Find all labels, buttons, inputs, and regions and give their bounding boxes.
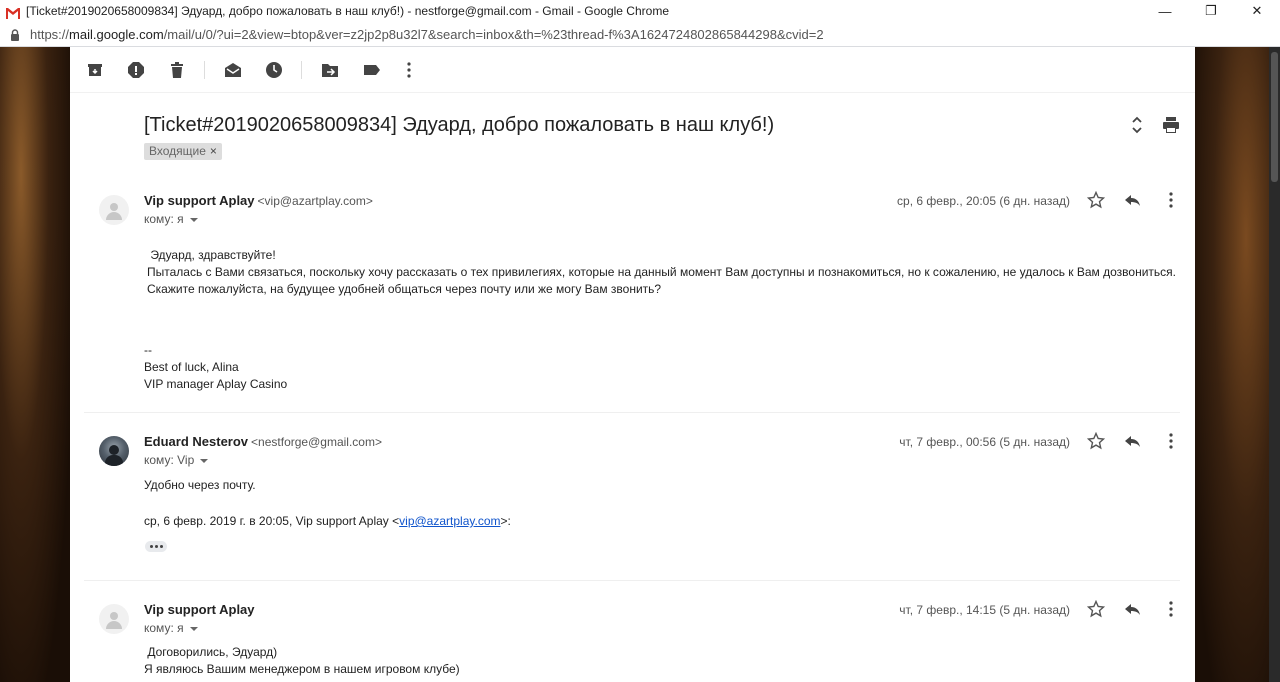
message-divider	[84, 412, 1180, 413]
remove-label-icon[interactable]: ×	[210, 144, 217, 158]
expand-all-icon[interactable]	[1127, 115, 1147, 135]
mark-unread-icon[interactable]	[223, 60, 243, 80]
sender-email: <nestforge@gmail.com>	[251, 435, 382, 449]
window-title: [Ticket#2019020658009834] Эдуард, добро …	[26, 4, 669, 18]
email-panel: [Ticket#2019020658009834] Эдуард, добро …	[70, 47, 1195, 682]
address-bar[interactable]: https://mail.google.com/mail/u/0/?ui=2&v…	[0, 22, 1280, 47]
background-image	[1195, 47, 1280, 682]
sender: Vip support Aplay	[144, 602, 255, 617]
message-date: ср, 6 февр., 20:05 (6 дн. назад)	[897, 194, 1070, 208]
email-subject: [Ticket#2019020658009834] Эдуард, добро …	[144, 114, 775, 136]
recipient-line[interactable]: кому: я	[144, 621, 198, 635]
lock-icon	[10, 28, 20, 41]
sender: Vip support Aplay <vip@azartplay.com>	[144, 193, 373, 208]
email-link[interactable]: vip@azartplay.com	[399, 514, 500, 528]
maximize-button[interactable]: ❐	[1188, 0, 1234, 22]
gmail-icon	[6, 6, 20, 19]
url-text[interactable]: https://mail.google.com/mail/u/0/?ui=2&v…	[30, 27, 824, 42]
more-vert-icon[interactable]	[1161, 599, 1181, 619]
message-body: Эдуард, здравствуйте! Пыталась с Вами св…	[147, 248, 1177, 296]
close-button[interactable]: ✕	[1234, 0, 1280, 22]
toolbar-divider	[301, 61, 302, 79]
avatar	[99, 195, 129, 225]
message-date: чт, 7 февр., 14:15 (5 дн. назад)	[899, 603, 1070, 617]
minimize-button[interactable]: —	[1142, 0, 1188, 22]
chevron-down-icon[interactable]	[189, 217, 198, 222]
star-icon[interactable]	[1086, 599, 1106, 619]
sender-name: Eduard Nesterov	[144, 434, 249, 449]
avatar	[99, 604, 129, 634]
sender-name: Vip support Aplay	[144, 193, 255, 208]
message-body: Удобно через почту.	[144, 478, 256, 492]
label-icon[interactable]	[362, 60, 382, 80]
show-trimmed-content-button[interactable]	[145, 541, 167, 552]
recipient-line[interactable]: кому: я	[144, 212, 198, 226]
email-toolbar	[70, 47, 1195, 93]
snooze-icon[interactable]	[264, 60, 284, 80]
report-spam-icon[interactable]	[126, 60, 146, 80]
reply-icon[interactable]	[1123, 431, 1143, 451]
star-icon[interactable]	[1086, 190, 1106, 210]
message-divider	[84, 580, 1180, 581]
more-vert-icon[interactable]	[1161, 190, 1181, 210]
chevron-down-icon[interactable]	[189, 626, 198, 631]
background-image	[0, 47, 70, 682]
quoted-header: ср, 6 февр. 2019 г. в 20:05, Vip support…	[144, 514, 511, 528]
delete-icon[interactable]	[167, 60, 187, 80]
more-vert-icon[interactable]	[1161, 431, 1181, 451]
message-signature: -- Best of luck, Alina VIP manager Aplay…	[144, 343, 288, 391]
sender: Eduard Nesterov <nestforge@gmail.com>	[144, 434, 382, 449]
reply-icon[interactable]	[1123, 599, 1143, 619]
message-date: чт, 7 февр., 00:56 (5 дн. назад)	[899, 435, 1070, 449]
avatar	[99, 436, 129, 466]
print-icon[interactable]	[1161, 115, 1181, 135]
sender-email: <vip@azartplay.com>	[257, 194, 373, 208]
archive-icon[interactable]	[85, 60, 105, 80]
sender-name: Vip support Aplay	[144, 602, 255, 617]
star-icon[interactable]	[1086, 431, 1106, 451]
reply-icon[interactable]	[1123, 190, 1143, 210]
window-titlebar: [Ticket#2019020658009834] Эдуард, добро …	[0, 0, 1280, 22]
chevron-down-icon[interactable]	[200, 458, 209, 463]
more-vert-icon[interactable]	[399, 60, 419, 80]
inbox-label-chip[interactable]: Входящие ×	[144, 143, 222, 160]
recipient-line[interactable]: кому: Vip	[144, 453, 209, 467]
move-to-icon[interactable]	[320, 60, 340, 80]
message-body: Договорились, Эдуард) Я являюсь Вашим ме…	[144, 645, 460, 676]
toolbar-divider	[204, 61, 205, 79]
scrollbar[interactable]	[1269, 47, 1280, 682]
scrollbar-thumb[interactable]	[1271, 52, 1278, 182]
